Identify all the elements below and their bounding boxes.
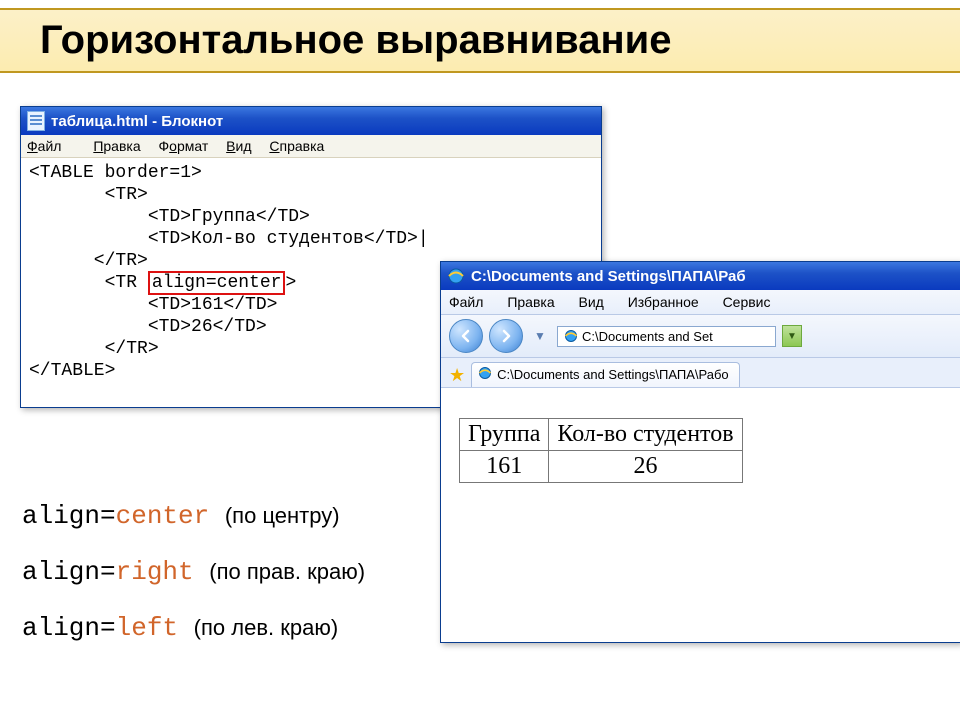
- code-line: <TD>Кол-во студентов</TD>: [29, 229, 418, 249]
- code-line: <TD>26</TD>: [29, 317, 267, 337]
- code-line: </TR>: [29, 251, 148, 271]
- menu-help[interactable]: Справка: [269, 138, 324, 154]
- notepad-menubar: Файл Правка Формат Вид Справка: [21, 135, 601, 158]
- align-explanation: align=center (по центру) align=right (по…: [22, 488, 365, 656]
- notepad-title: таблица.html - Блокнот: [51, 113, 223, 130]
- address-bar[interactable]: C:\Documents and Set: [557, 326, 776, 347]
- ie-page-content: Группа Кол-во студентов 161 26: [441, 388, 960, 513]
- table-row: Группа Кол-во студентов: [460, 419, 743, 451]
- menu-view[interactable]: Вид: [226, 138, 251, 154]
- ie-window: C:\Documents and Settings\ПАПА\Раб Файл …: [440, 261, 960, 643]
- code-line: <TD>161</TD>: [29, 295, 277, 315]
- explain-row: align=right (по прав. краю): [22, 544, 365, 600]
- highlighted-attribute: align=center: [148, 271, 286, 295]
- align-value-left: left: [116, 613, 178, 643]
- align-value-right: right: [116, 557, 194, 587]
- table-row: 161 26: [460, 451, 743, 483]
- align-value-center: center: [116, 501, 210, 531]
- code-line: <TABLE border=1>: [29, 163, 202, 183]
- browser-tab[interactable]: C:\Documents and Settings\ПАПА\Рабо: [471, 362, 740, 387]
- code-line: <TR: [29, 273, 148, 293]
- nav-dropdown-icon[interactable]: ▼: [529, 325, 551, 347]
- ie-navigation-bar: ▼ C:\Documents and Set ▼: [441, 315, 960, 358]
- menu-file[interactable]: Файл: [27, 138, 75, 154]
- ie-menu-tools[interactable]: Сервис: [723, 294, 771, 310]
- text-cursor: |: [418, 229, 429, 249]
- align-desc-center: (по центру): [225, 503, 340, 528]
- code-line: <TR>: [29, 185, 148, 205]
- code-line: </TABLE>: [29, 361, 115, 381]
- slide-title: Горизонтальное выравнивание: [40, 18, 920, 63]
- align-desc-left: (по лев. краю): [194, 615, 339, 640]
- explain-row: align=center (по центру): [22, 488, 365, 544]
- ie-menu-file[interactable]: Файл: [449, 294, 483, 310]
- ie-menu-view[interactable]: Вид: [579, 294, 604, 310]
- rendered-table: Группа Кол-во студентов 161 26: [459, 418, 743, 483]
- document-icon: [27, 111, 45, 131]
- ie-menu-edit[interactable]: Правка: [507, 294, 554, 310]
- ie-menubar: Файл Правка Вид Избранное Сервис: [441, 290, 960, 315]
- address-text: C:\Documents and Set: [582, 329, 769, 344]
- menu-format[interactable]: Формат: [159, 138, 209, 154]
- notepad-titlebar[interactable]: таблица.html - Блокнот: [21, 107, 601, 135]
- table-cell: 161: [460, 451, 549, 483]
- code-line: </TR>: [29, 339, 159, 359]
- align-keyword: align=: [22, 613, 116, 643]
- align-keyword: align=: [22, 557, 116, 587]
- ie-tab-bar: ★ C:\Documents and Settings\ПАПА\Рабо: [441, 358, 960, 388]
- slide-title-bar: Горизонтальное выравнивание: [0, 8, 960, 73]
- align-keyword: align=: [22, 501, 116, 531]
- tab-label: C:\Documents and Settings\ПАПА\Рабо: [497, 367, 729, 382]
- align-desc-right: (по прав. краю): [209, 559, 365, 584]
- ie-menu-fav[interactable]: Избранное: [628, 294, 699, 310]
- table-cell: 26: [549, 451, 742, 483]
- code-line: <TD>Группа</TD>: [29, 207, 310, 227]
- table-cell: Группа: [460, 419, 549, 451]
- favorites-star-icon[interactable]: ★: [449, 366, 465, 384]
- menu-edit[interactable]: Правка: [93, 138, 140, 154]
- forward-button[interactable]: [489, 319, 523, 353]
- table-cell: Кол-во студентов: [549, 419, 742, 451]
- ie-title: C:\Documents and Settings\ПАПА\Раб: [471, 268, 746, 285]
- code-line: >: [285, 273, 296, 293]
- explain-row: align=left (по лев. краю): [22, 600, 365, 656]
- ie-icon: [447, 267, 465, 285]
- ie-icon: [478, 366, 492, 383]
- back-button[interactable]: [449, 319, 483, 353]
- ie-icon: [564, 329, 578, 343]
- ie-titlebar[interactable]: C:\Documents and Settings\ПАПА\Раб: [441, 262, 960, 290]
- address-dropdown-button[interactable]: ▼: [782, 325, 802, 347]
